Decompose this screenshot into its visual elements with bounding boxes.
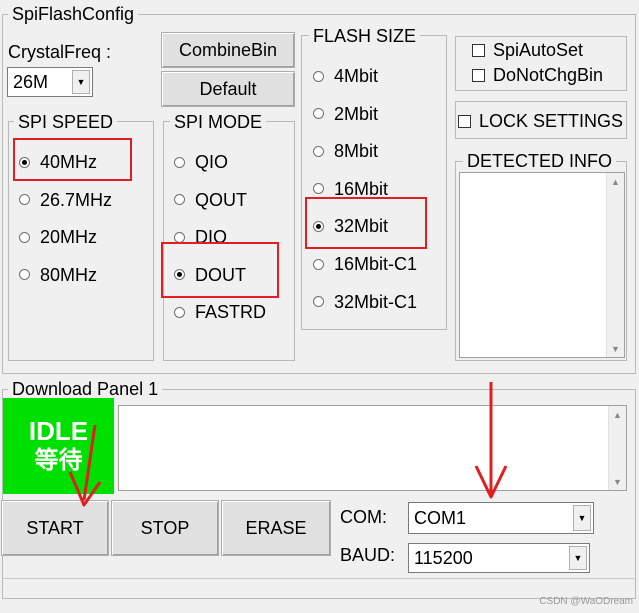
arrow-to-com-icon [474,382,508,499]
annotation-arrows [68,382,508,507]
arrow-to-start-icon [68,424,102,507]
